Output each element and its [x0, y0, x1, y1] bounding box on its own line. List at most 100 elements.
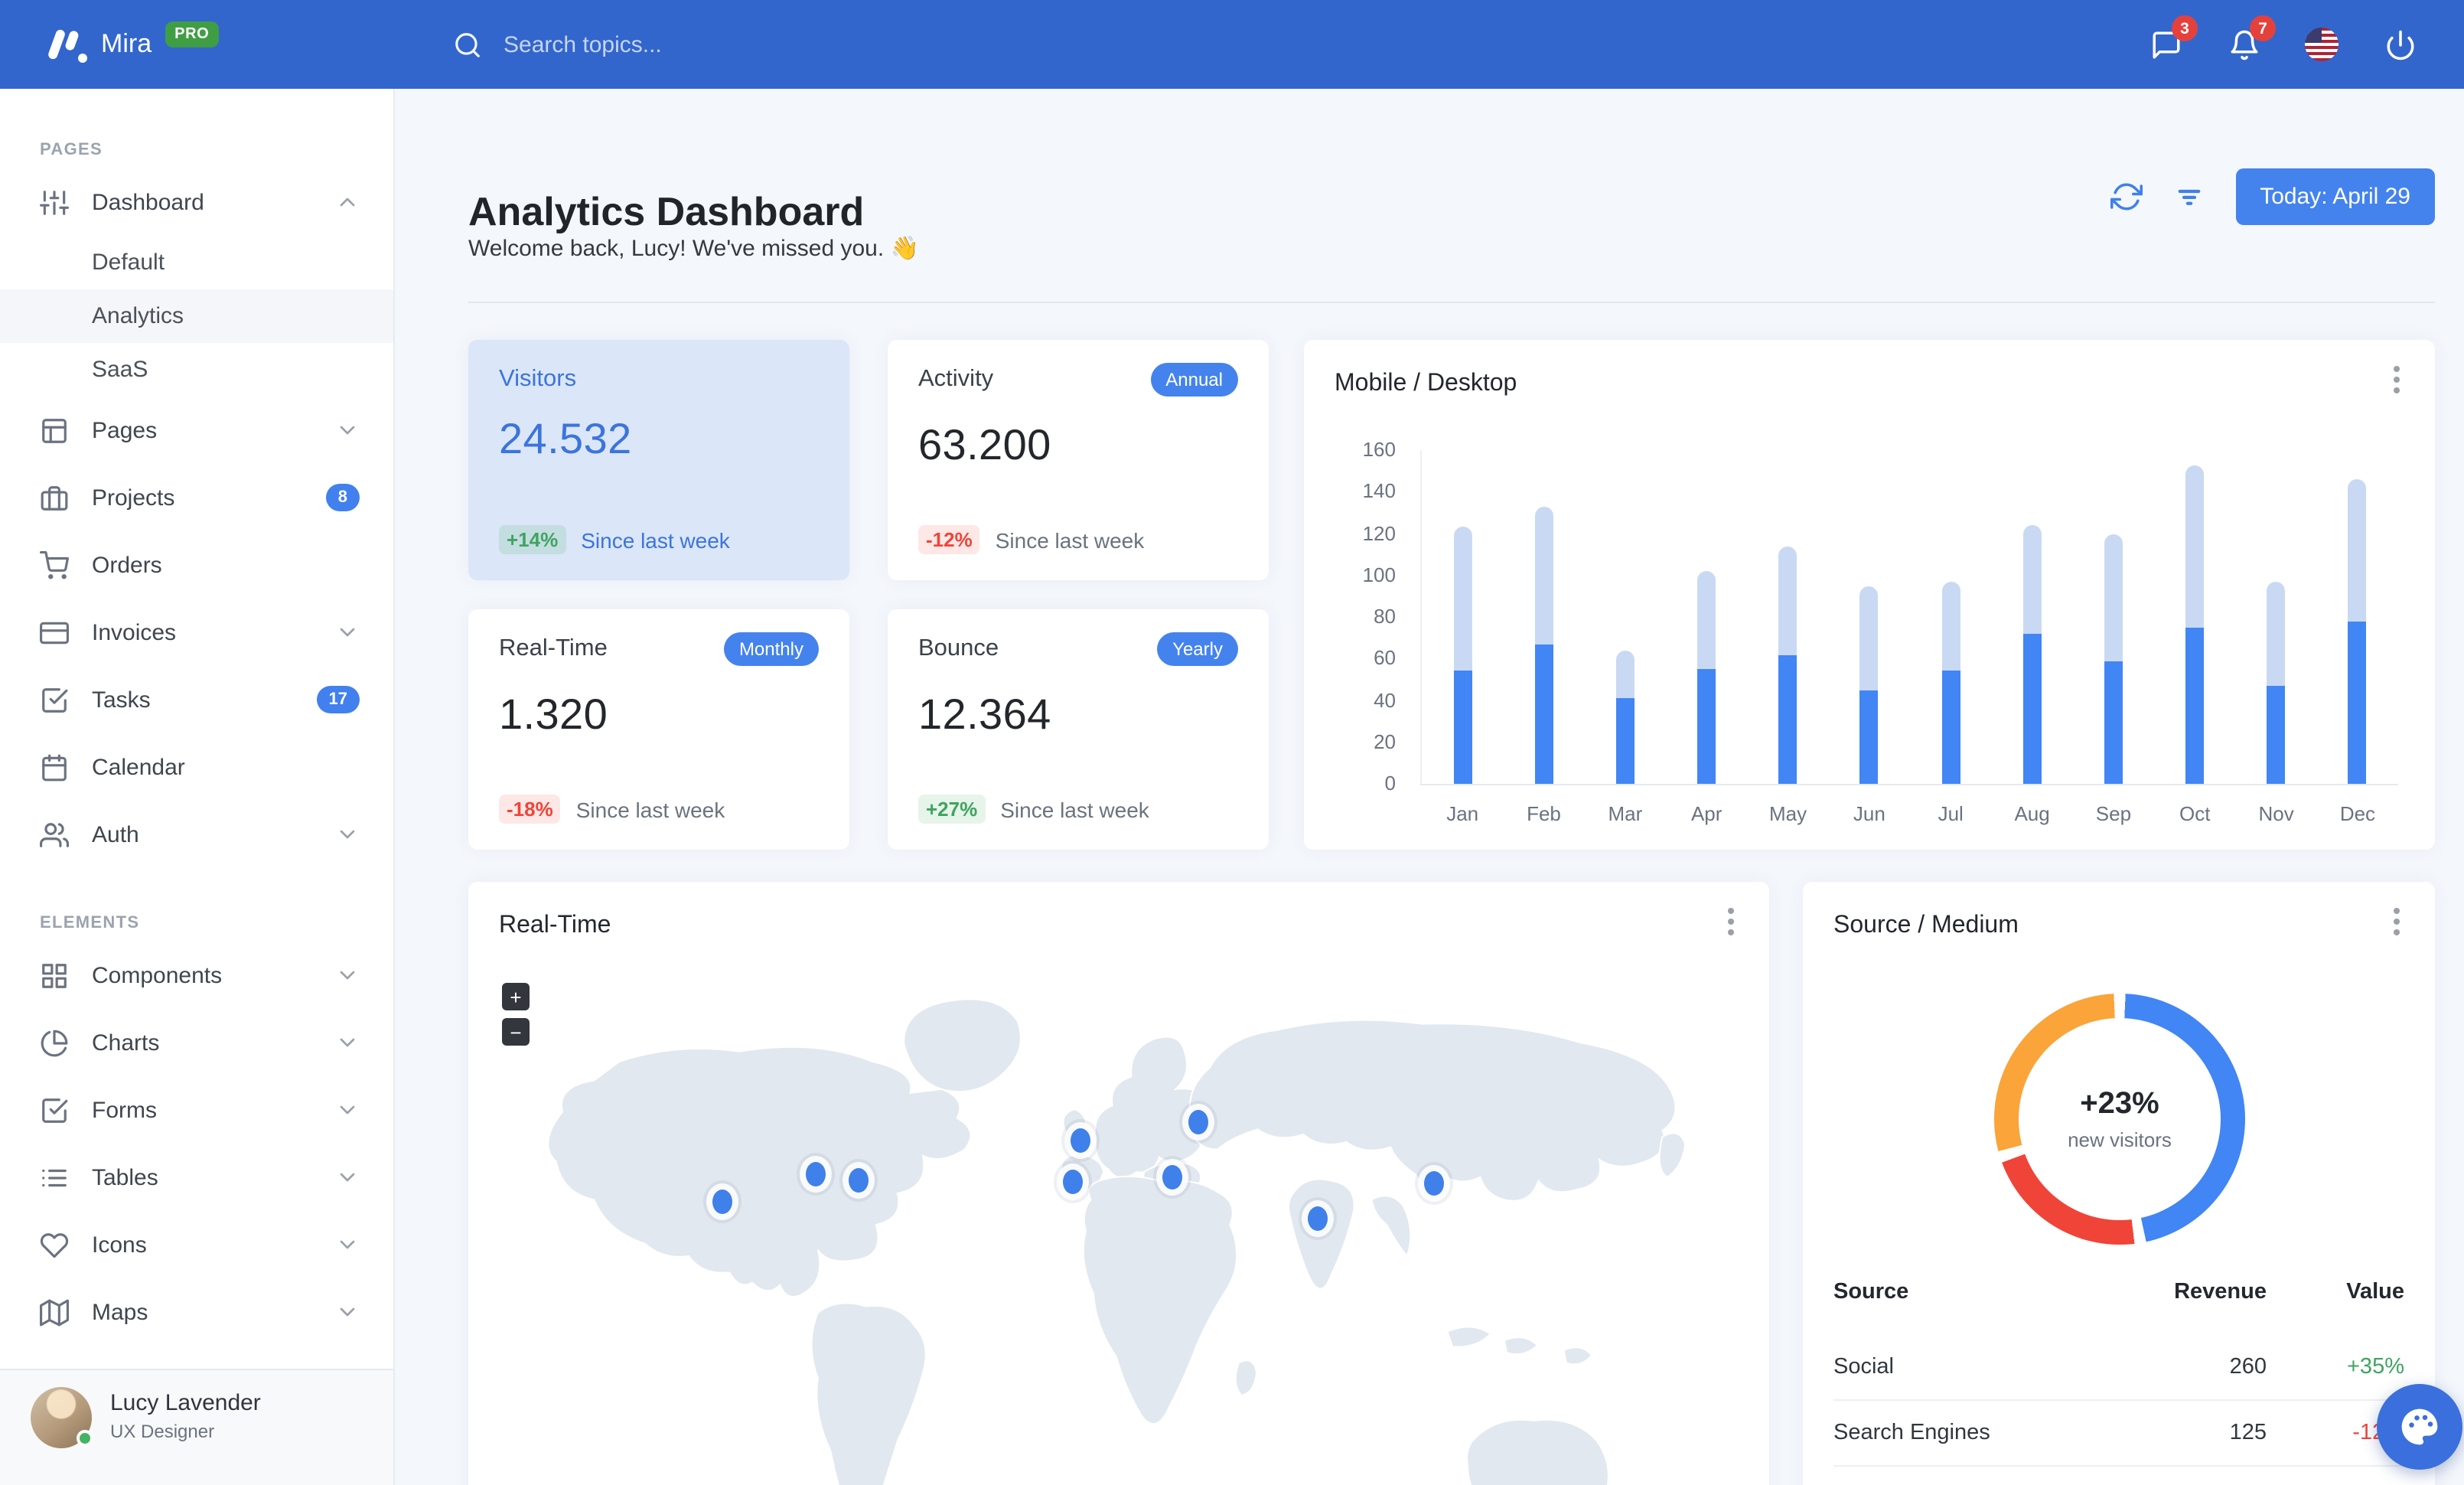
sidebar-item-tasks[interactable]: Tasks 17: [0, 666, 393, 733]
search-input[interactable]: [500, 30, 868, 59]
sidebar-item-forms[interactable]: Forms: [0, 1076, 393, 1144]
stat-period-badge: Yearly: [1157, 632, 1238, 666]
desktop-segment: [1778, 546, 1797, 654]
stat-card-real-time: Real-Time Monthly 1.320 -18% Since last week: [468, 609, 849, 850]
sidebar-item-maps[interactable]: Maps: [0, 1278, 393, 1346]
map-zoom-out-button[interactable]: −: [502, 1018, 530, 1046]
map-zoom-controls: + −: [502, 983, 530, 1046]
map-icon: [40, 1298, 69, 1326]
filter-icon[interactable]: [2172, 181, 2205, 213]
sidebar-section-label: ELEMENTS: [40, 914, 140, 932]
source-medium-menu-button[interactable]: [2383, 906, 2410, 937]
power-icon: [2386, 29, 2413, 60]
sign-out-button[interactable]: [2381, 26, 2418, 63]
desktop-segment: [1859, 586, 1879, 690]
map-marker-united-kingdom[interactable]: [1071, 1128, 1091, 1154]
cell-revenue: 125: [2083, 1399, 2267, 1466]
map-marker-us-west[interactable]: [712, 1189, 732, 1214]
sidebar-subitem-saas[interactable]: SaaS: [0, 343, 393, 397]
mobile-segment: [2185, 627, 2205, 784]
date-range-button[interactable]: Today: April 29: [2235, 168, 2435, 225]
sidebar-item-invoices[interactable]: Invoices: [0, 599, 393, 666]
stat-value: 1.320: [499, 690, 608, 738]
bar-dec[interactable]: [2348, 479, 2367, 784]
donut-chart[interactable]: +23% new visitors: [1994, 994, 2245, 1245]
sidebar-subitem-default[interactable]: Default: [0, 236, 393, 289]
sidebar-item-dashboard[interactable]: Dashboard: [0, 168, 393, 236]
stat-delta-badge: +27%: [918, 795, 986, 824]
sidebar-user-footer[interactable]: Lucy Lavender UX Designer: [0, 1369, 393, 1485]
user-role: UX Designer: [110, 1421, 215, 1442]
stat-note: Since last week: [575, 797, 725, 821]
sidebar-item-tables[interactable]: Tables: [0, 1144, 393, 1211]
mobile-desktop-chart-card: Mobile / Desktop 160 140 120 100 80 60 40 20 0 J…: [1304, 340, 2435, 850]
mobile-segment: [2267, 686, 2286, 784]
bar-feb[interactable]: [1534, 506, 1553, 784]
bar-nov[interactable]: [2267, 581, 2286, 784]
brand[interactable]: Mira PRO: [0, 21, 395, 64]
briefcase-icon: [41, 485, 68, 510]
bar-slot-jun: [1829, 450, 1910, 784]
chart-menu-button[interactable]: [2383, 364, 2410, 395]
chevron-down-icon: [340, 1173, 355, 1182]
stat-delta-badge: -12%: [918, 525, 980, 554]
bar-mar[interactable]: [1615, 650, 1635, 784]
pie-chart-icon: [41, 1029, 68, 1056]
map-marker-russia[interactable]: [1188, 1110, 1209, 1135]
mobile-segment: [1859, 690, 1879, 784]
sidebar-item-auth[interactable]: Auth: [0, 801, 393, 868]
map-marker-us-east[interactable]: [848, 1168, 869, 1193]
online-status-dot: [77, 1430, 93, 1447]
chevron-down-icon: [340, 426, 355, 435]
x-tick-label: Jan: [1446, 802, 1479, 825]
bar-jul[interactable]: [1941, 581, 1960, 784]
x-tick-label: Feb: [1527, 802, 1561, 825]
messages-button[interactable]: 3: [2147, 15, 2198, 63]
bar-slot-jan: [1422, 450, 1503, 784]
us-flag-icon: [2305, 28, 2339, 61]
world-map[interactable]: + −: [487, 974, 1751, 1485]
sidebar-subitem-analytics[interactable]: Analytics: [0, 289, 393, 343]
map-menu-button[interactable]: [1717, 906, 1745, 937]
page-title: Analytics Dashboard: [468, 188, 865, 235]
sidebar-item-calendar[interactable]: Calendar: [0, 733, 393, 801]
bar-jun[interactable]: [1859, 586, 1879, 784]
bar-may[interactable]: [1778, 546, 1797, 784]
sidebar-item-projects[interactable]: Projects 8: [0, 464, 393, 531]
refresh-icon[interactable]: [2110, 181, 2143, 213]
sidebar-item-charts[interactable]: Charts: [0, 1009, 393, 1076]
sidebar-section-label: PAGES: [40, 141, 103, 159]
bar-jan[interactable]: [1453, 527, 1472, 784]
map-marker-us-central[interactable]: [805, 1162, 826, 1187]
calendar-icon: [42, 753, 67, 781]
map-marker-india[interactable]: [1307, 1206, 1328, 1231]
mobile-segment: [2348, 621, 2367, 784]
sidebar-item-pages[interactable]: Pages: [0, 397, 393, 464]
language-button[interactable]: [2303, 26, 2340, 63]
donut-center-label: new visitors: [2068, 1128, 2172, 1151]
chevron-down-icon: [340, 1038, 355, 1047]
sliders-icon: [40, 190, 69, 214]
map-marker-spain[interactable]: [1063, 1170, 1084, 1195]
map-zoom-in-button[interactable]: +: [502, 983, 530, 1010]
notifications-button[interactable]: 7: [2225, 15, 2276, 63]
map-marker-china[interactable]: [1423, 1170, 1444, 1196]
theme-settings-fab[interactable]: [2377, 1384, 2462, 1470]
bar-apr[interactable]: [1697, 571, 1716, 784]
bar-slot-dec: [2317, 450, 2398, 784]
messages-count-badge: 3: [2172, 15, 2198, 41]
sidebar-item-icons[interactable]: Icons: [0, 1211, 393, 1278]
chevron-down-icon: [340, 830, 355, 839]
layout-icon: [42, 418, 67, 442]
chevron-up-icon: [340, 197, 355, 207]
stat-value: 24.532: [499, 415, 632, 462]
desktop-segment: [1941, 581, 1960, 671]
bar-oct[interactable]: [2185, 465, 2205, 784]
stat-title: Real-Time: [499, 635, 608, 661]
bar-sep[interactable]: [2104, 534, 2123, 784]
cell-revenue: 164: [2083, 1465, 2267, 1485]
map-marker-turkey[interactable]: [1162, 1164, 1182, 1190]
sidebar-item-orders[interactable]: Orders: [0, 531, 393, 599]
bar-aug[interactable]: [2022, 525, 2042, 784]
sidebar-item-components[interactable]: Components: [0, 942, 393, 1009]
